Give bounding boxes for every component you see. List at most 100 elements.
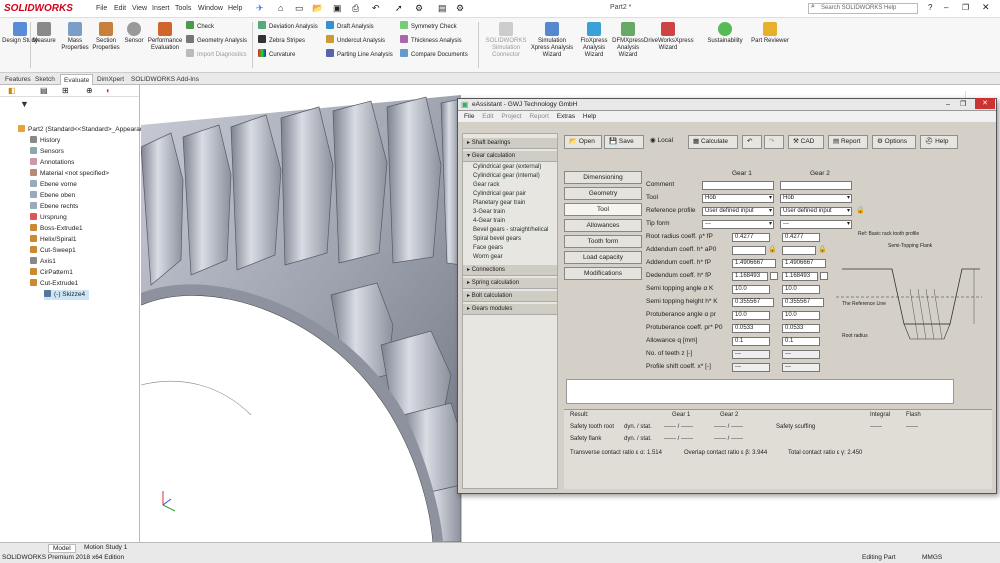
filter-icon[interactable]: ▼ xyxy=(20,99,29,109)
root-radius-gear1-input[interactable]: 0.4277 xyxy=(732,233,770,242)
property-manager-icon[interactable]: ▤ xyxy=(40,86,48,95)
deviation-analysis-button[interactable]: Deviation Analysis xyxy=(258,21,318,31)
section-tool[interactable]: Tool xyxy=(564,203,642,216)
section-geometry[interactable]: Geometry xyxy=(564,187,642,200)
dedendum-gear1-checkbox[interactable] xyxy=(770,272,778,280)
performance-evaluation-button[interactable]: Performance Evaluation xyxy=(145,22,185,52)
pin-icon[interactable]: ✈ xyxy=(256,3,264,14)
tab-sketch[interactable]: Sketch xyxy=(32,74,58,85)
menu-view[interactable]: View xyxy=(132,5,147,12)
nav-item-worm[interactable]: Worm gear xyxy=(473,253,503,262)
close-icon[interactable]: ✕ xyxy=(982,2,990,13)
topping-height-gear2-input[interactable]: 0.355567 xyxy=(782,298,824,307)
nav-item-3-gear[interactable]: 3-Gear train xyxy=(473,208,505,217)
tree-item-history[interactable]: History xyxy=(30,136,60,146)
nav-gear-calculation[interactable]: ▾ Gear calculation xyxy=(463,151,557,162)
tab-evaluate[interactable]: Evaluate xyxy=(60,74,94,85)
tip-form-gear1-select[interactable]: --- xyxy=(702,220,774,229)
save-icon[interactable]: ▣ xyxy=(333,3,342,14)
status-units[interactable]: MMGS xyxy=(922,554,942,561)
tool-gear1-select[interactable]: Hob xyxy=(702,194,774,203)
profile-shift-gear2-input[interactable]: --- xyxy=(782,363,820,372)
nav-item-bevel[interactable]: Bevel gears - straight/helical xyxy=(473,226,548,235)
menu-window[interactable]: Window xyxy=(198,5,223,12)
tree-item-material[interactable]: Material <not specified> xyxy=(30,169,109,179)
compare-documents-button[interactable]: Compare Documents xyxy=(400,49,468,59)
options-button[interactable]: ⚙ Options xyxy=(872,135,916,149)
parting-line-analysis-button[interactable]: Parting Line Analysis xyxy=(326,49,393,59)
section-allowances[interactable]: Allowances xyxy=(564,219,642,232)
addendum-fp-gear1-input[interactable]: 1.4906667 xyxy=(732,259,776,268)
topping-height-gear1-input[interactable]: 0.355567 xyxy=(732,298,774,307)
menu-insert[interactable]: Insert xyxy=(152,5,170,12)
tree-item-origin[interactable]: Ursprung xyxy=(30,213,67,223)
nav-item-gear-pair[interactable]: Cylindrical gear pair xyxy=(473,190,526,199)
teeth-gear1-input[interactable]: --- xyxy=(732,350,770,359)
check-button[interactable]: Check xyxy=(186,21,214,31)
undercut-analysis-button[interactable]: Undercut Analysis xyxy=(326,35,385,45)
part-reviewer-button[interactable]: Part Reviewer xyxy=(750,22,790,45)
tab-addins[interactable]: SOLIDWORKS Add-Ins xyxy=(128,74,202,85)
tree-item-cut-extrude[interactable]: Cut-Extrude1 xyxy=(30,279,78,289)
ref-profile-gear1-select[interactable]: User defined input xyxy=(702,207,774,216)
notes-area[interactable] xyxy=(566,379,954,404)
driveworksxpress-button[interactable]: DriveWorksXpress Wizard xyxy=(644,22,694,52)
help-icon[interactable]: ? xyxy=(928,3,932,12)
rebuild-icon[interactable]: ⚙ xyxy=(415,3,423,14)
calculate-button[interactable]: ▦ Calculate xyxy=(688,135,738,149)
teeth-gear2-input[interactable]: --- xyxy=(782,350,820,359)
draft-analysis-button[interactable]: Draft Analysis xyxy=(326,21,374,31)
section-load-capacity[interactable]: Load capacity xyxy=(564,251,642,264)
section-modifications[interactable]: Modifications xyxy=(564,267,642,280)
tree-item-axis[interactable]: Axis1 xyxy=(30,257,56,267)
tree-item-sketch[interactable]: (-) Skizze4 xyxy=(44,290,90,300)
dimxpert-manager-icon[interactable]: ⊕ xyxy=(86,86,93,95)
nav-item-4-gear[interactable]: 4-Gear train xyxy=(473,217,505,226)
tab-dimxpert[interactable]: DimXpert xyxy=(94,74,127,85)
menu-tools[interactable]: Tools xyxy=(175,5,191,12)
tree-item-sensors[interactable]: Sensors xyxy=(30,147,64,157)
menu-edit[interactable]: Edit xyxy=(114,5,126,12)
import-diagnostics-button[interactable]: Import Diagnostics xyxy=(186,49,247,59)
nav-gears-modules[interactable]: ▸ Gears modules xyxy=(463,304,557,315)
home-icon[interactable]: ⌂ xyxy=(278,3,283,13)
print-icon[interactable]: ⎙ xyxy=(352,3,359,14)
allowance-gear1-input[interactable]: 0.1 xyxy=(732,337,770,346)
curvature-button[interactable]: Curvature xyxy=(258,49,295,59)
sustainability-button[interactable]: Sustainability xyxy=(700,22,750,45)
dfmxpress-button[interactable]: DFMXpress Analysis Wizard xyxy=(608,22,648,59)
menu-help[interactable]: Help xyxy=(228,5,242,12)
lock-icon[interactable]: 🔒 xyxy=(856,206,865,214)
dialog-minimize-icon[interactable]: – xyxy=(946,99,950,111)
dlg-menu-report[interactable]: Report xyxy=(529,113,549,120)
tree-item-helix[interactable]: Helix/Spiral1 xyxy=(30,235,77,245)
section-tooth-form[interactable]: Tooth form xyxy=(564,235,642,248)
redo-button[interactable]: ↷ xyxy=(764,135,784,149)
dedendum-gear2-checkbox[interactable] xyxy=(820,272,828,280)
tab-motion-study[interactable]: Motion Study 1 xyxy=(84,544,127,551)
tree-item-cut-sweep[interactable]: Cut-Sweep1 xyxy=(30,246,76,256)
help-button[interactable]: ⛑ Help xyxy=(920,135,958,149)
tree-item-plane-front[interactable]: Ebene vorne xyxy=(30,180,77,190)
root-radius-gear2-input[interactable]: 0.4277 xyxy=(782,233,820,242)
display-manager-icon[interactable]: ◐ xyxy=(106,86,111,95)
file-properties-icon[interactable]: ▤ xyxy=(438,3,447,14)
tree-item-boss-extrude[interactable]: Boss-Extrude1 xyxy=(30,224,83,234)
nav-bolt[interactable]: ▸ Bolt calculation xyxy=(463,291,557,302)
open-button[interactable]: 📂 Open xyxy=(564,135,602,149)
tree-item-plane-right[interactable]: Ebene rechts xyxy=(30,202,78,212)
dlg-menu-project[interactable]: Project xyxy=(501,113,521,120)
addendum-fp-gear2-input[interactable]: 1.4906667 xyxy=(782,259,826,268)
protuberance-angle-gear2-input[interactable]: 10.0 xyxy=(782,311,820,320)
feature-manager-icon[interactable]: ◧ xyxy=(8,86,16,95)
cad-button[interactable]: ⚒ CAD xyxy=(788,135,824,149)
simulationxpress-button[interactable]: Simulation Xpress Analysis Wizard xyxy=(528,22,576,59)
dlg-menu-file[interactable]: File xyxy=(464,113,474,120)
topping-angle-gear2-input[interactable]: 10.0 xyxy=(782,285,820,294)
tip-form-gear2-select[interactable]: --- xyxy=(780,220,852,229)
nav-item-face-gears[interactable]: Face gears xyxy=(473,244,503,253)
dlg-menu-edit[interactable]: Edit xyxy=(482,113,493,120)
local-radio[interactable]: ◉ Local xyxy=(646,135,682,149)
report-button[interactable]: ▤ Report xyxy=(828,135,868,149)
nav-item-cyl-internal[interactable]: Cylindrical gear (internal) xyxy=(473,172,540,181)
